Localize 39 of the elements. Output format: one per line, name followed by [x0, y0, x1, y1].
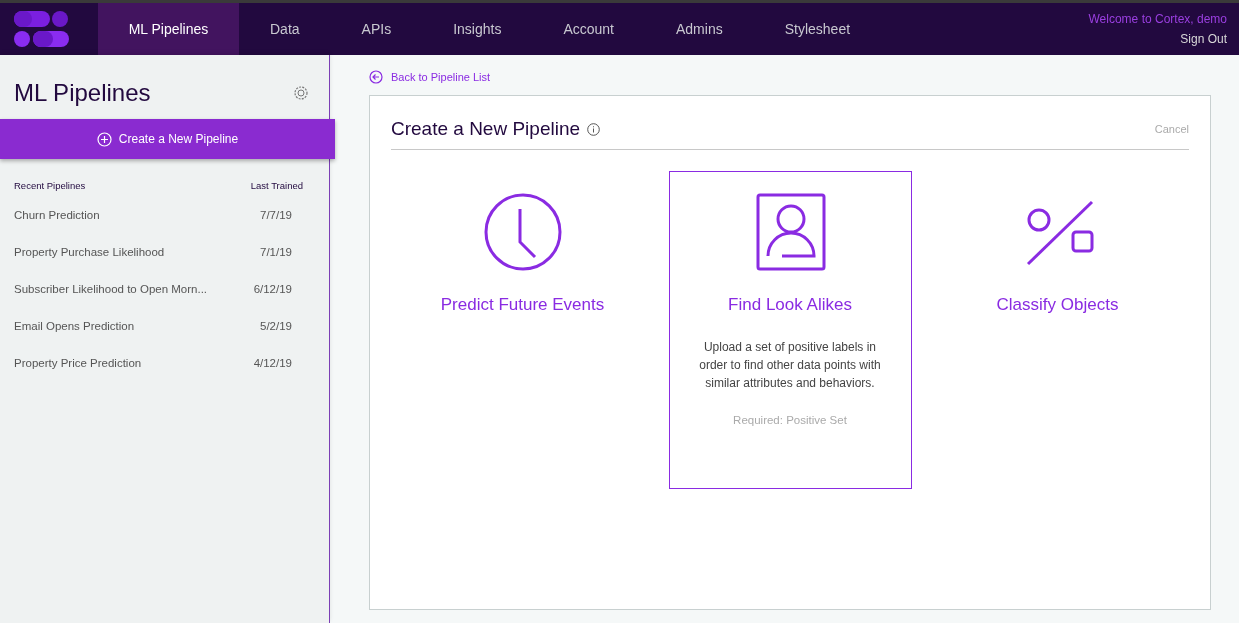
nav-tab[interactable]: Admins — [645, 3, 754, 55]
last-trained-date: 5/2/19 — [260, 319, 292, 335]
pipeline-type-option[interactable]: Find Look Alikes Upload a set of positive labels in order to find other data points with similar attributes and behaviors. Required: Positive Set — [668, 171, 912, 489]
option-description: Upload a set of positive labels in order to find other data points with similar attributes and behaviors. — [698, 338, 882, 392]
nav-tab[interactable]: Account — [532, 3, 645, 55]
pipeline-type-option[interactable]: Classify Objects — [936, 171, 1179, 489]
pipeline-name[interactable]: Churn Prediction — [14, 207, 100, 225]
card-title: Create a New Pipeline — [391, 117, 581, 142]
nav-tab[interactable]: Data — [239, 3, 331, 55]
nav-tab[interactable]: APIs — [330, 3, 423, 55]
create-pipeline-button[interactable]: Create a New Pipeline — [0, 119, 335, 159]
welcome-text: Welcome to Cortex, demo — [1088, 11, 1227, 28]
settings-icon[interactable] — [293, 85, 309, 101]
requirement-text: Required: Positive Set — [733, 412, 847, 428]
info-icon[interactable] — [587, 123, 601, 136]
last-trained-date: 6/12/19 — [253, 282, 292, 298]
column-header: Last Trained — [250, 179, 303, 193]
option-label: Find Look Alikes — [728, 294, 852, 316]
option-label: Predict Future Events — [440, 294, 605, 316]
pipeline-name[interactable]: Email Opens Prediction — [14, 318, 135, 336]
last-trained-date: 4/12/19 — [253, 356, 292, 372]
back-link[interactable]: Back to Pipeline List — [369, 69, 491, 85]
sign-out-link[interactable]: Sign Out — [1180, 30, 1227, 48]
nav-tab[interactable]: Insights — [422, 3, 533, 55]
last-trained-date: 7/7/19 — [260, 208, 292, 224]
sidebar-title: ML Pipelines — [14, 78, 151, 108]
pipeline-name[interactable]: Property Price Prediction — [14, 355, 142, 373]
option-label: Classify Objects — [996, 294, 1119, 316]
last-trained-date: 7/1/19 — [260, 245, 292, 261]
column-header: Recent Pipelines — [14, 179, 86, 193]
nav-tab[interactable]: ML Pipelines — [98, 3, 239, 55]
clock-icon — [482, 192, 563, 272]
pipeline-name[interactable]: Property Purchase Likelihood — [14, 244, 165, 262]
plus-circle-icon — [96, 131, 112, 147]
pipeline-name[interactable]: Subscriber Likelihood to Open Morn... — [14, 281, 208, 299]
back-arrow-icon — [369, 70, 383, 84]
nav-tab[interactable]: Stylesheet — [753, 3, 882, 55]
pipeline-type-option[interactable]: Predict Future Events — [401, 171, 644, 489]
logo-icon[interactable] — [14, 11, 69, 47]
